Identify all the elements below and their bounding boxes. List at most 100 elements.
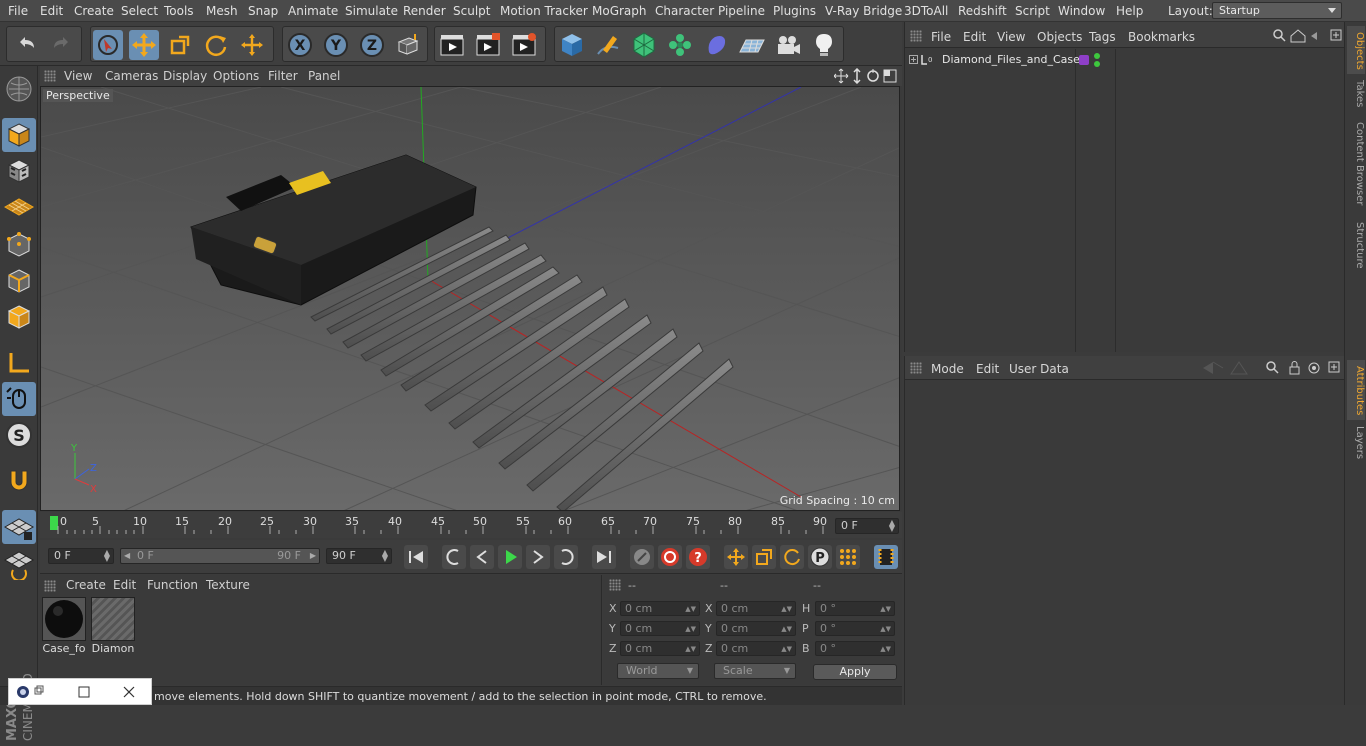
perspective-viewport[interactable]: Y Z X Perspective Grid Spacing : 10 cm (40, 86, 900, 511)
drag-grip-icon[interactable] (44, 580, 56, 592)
material-menu-edit[interactable]: Edit (113, 578, 136, 592)
size-mode-dropdown[interactable]: Scale ▼ (714, 663, 796, 679)
menu-sculpt[interactable]: Sculpt (453, 4, 490, 18)
expand-icon[interactable]: 0 (909, 54, 939, 66)
rotate-icon[interactable] (201, 30, 231, 60)
material-swatch[interactable]: Diamon (91, 597, 135, 655)
key-scale-button[interactable] (752, 545, 776, 569)
size-x-field[interactable]: 0 cm ▲▼ (716, 601, 796, 616)
previous-keyframe-button[interactable] (442, 545, 466, 569)
viewport-menu-cameras[interactable]: Cameras (105, 69, 158, 83)
drag-grip-icon[interactable] (910, 362, 922, 374)
floor-icon[interactable] (737, 30, 767, 60)
attribute-menu-edit[interactable]: Edit (976, 362, 999, 376)
tab-takes[interactable]: Takes (1347, 80, 1365, 118)
x-axis-icon[interactable]: X (285, 30, 315, 60)
menu-edit[interactable]: Edit (40, 4, 63, 18)
cube-icon[interactable] (557, 30, 587, 60)
menu-mograph[interactable]: MoGraph (592, 4, 647, 18)
move-icon[interactable] (129, 30, 159, 60)
current-frame-field[interactable]: 0 F ▲ ▼ (835, 518, 899, 534)
menu-pipeline[interactable]: Pipeline (718, 4, 765, 18)
record-keyframe-button[interactable] (658, 545, 682, 569)
viewport-menu-options[interactable]: Options (213, 69, 259, 83)
coordinate-mode-dropdown[interactable]: World ▼ (617, 663, 699, 679)
position-z-field[interactable]: 0 cm ▲▼ (620, 641, 700, 656)
key-rotation-button[interactable] (780, 545, 804, 569)
texture-mode-icon[interactable] (2, 154, 36, 188)
drag-grip-icon[interactable] (44, 70, 56, 82)
tab-structure[interactable]: Structure (1347, 222, 1365, 280)
material-tag-icon[interactable] (1079, 55, 1089, 65)
subdivision-icon[interactable] (629, 30, 659, 60)
make-editable-icon[interactable] (2, 72, 36, 106)
viewport-menu-view[interactable]: View (64, 69, 92, 83)
visibility-editor-dot[interactable] (1094, 53, 1100, 59)
viewport-nav-icons[interactable] (834, 68, 898, 84)
object-menu-edit[interactable]: Edit (963, 30, 986, 44)
menu-redshift[interactable]: Redshift (958, 4, 1007, 18)
object-menu-objects[interactable]: Objects (1037, 30, 1082, 44)
camera-icon[interactable] (773, 30, 803, 60)
object-menu-tags[interactable]: Tags (1089, 30, 1116, 44)
material-swatch[interactable]: Case_fo (42, 597, 86, 655)
menu-vray-bridge[interactable]: V-Ray Bridge (825, 4, 902, 18)
object-row[interactable]: 0 Diamond_Files_and_Case (905, 50, 1345, 70)
timeline-ruler[interactable]: 0 5 10 15 20 25 30 35 40 45 50 55 60 65 … (40, 512, 902, 538)
snap-grid-icon[interactable] (2, 510, 36, 544)
layout-select[interactable]: Startup (1212, 2, 1342, 19)
drag-grip-icon[interactable] (910, 30, 922, 42)
menu-character[interactable]: Character (655, 4, 714, 18)
autokey-button[interactable]: ? (686, 545, 710, 569)
world-coordinate-icon[interactable] (393, 30, 423, 60)
previous-frame-button[interactable] (470, 545, 494, 569)
object-manager-tools[interactable] (1271, 28, 1343, 44)
deformer-icon[interactable] (701, 30, 731, 60)
menu-plugins[interactable]: Plugins (773, 4, 816, 18)
scale-icon[interactable] (165, 30, 195, 60)
next-frame-button[interactable] (526, 545, 550, 569)
frame-range-slider[interactable]: ◀ 0 F 90 F ▶ (120, 548, 320, 564)
menu-select[interactable]: Select (121, 4, 158, 18)
key-position-button[interactable] (724, 545, 748, 569)
viewport-menu-panel[interactable]: Panel (308, 69, 340, 83)
start-frame-field[interactable]: 0 F ▲ ▼ (48, 548, 114, 564)
y-axis-icon[interactable]: Y (321, 30, 351, 60)
magnet-icon[interactable] (2, 464, 36, 498)
object-menu-view[interactable]: View (997, 30, 1025, 44)
menu-help[interactable]: Help (1116, 4, 1143, 18)
live-selection-icon[interactable] (93, 30, 123, 60)
object-menu-file[interactable]: File (931, 30, 951, 44)
menu-script[interactable]: Script (1015, 4, 1050, 18)
z-axis-icon[interactable]: Z (357, 30, 387, 60)
render-view-icon[interactable] (437, 30, 467, 60)
tab-attributes[interactable]: Attributes (1347, 360, 1365, 420)
go-to-start-button[interactable] (404, 545, 428, 569)
next-keyframe-button[interactable] (554, 545, 578, 569)
menu-motion-tracker[interactable]: Motion Tracker (500, 4, 588, 18)
menu-render[interactable]: Render (403, 4, 446, 18)
edit-render-settings-icon[interactable] (509, 30, 539, 60)
rotation-p-field[interactable]: 0 ° ▲▼ (815, 621, 895, 636)
visibility-render-dot[interactable] (1094, 61, 1100, 67)
menu-file[interactable]: File (8, 4, 28, 18)
key-parameter-button[interactable]: P (808, 545, 832, 569)
menu-simulate[interactable]: Simulate (345, 4, 398, 18)
end-frame-field[interactable]: 90 F ▲ ▼ (326, 548, 392, 564)
pen-icon[interactable] (593, 30, 623, 60)
viewport-menu-filter[interactable]: Filter (268, 69, 298, 83)
points-mode-icon[interactable] (2, 228, 36, 262)
workplane-icon[interactable] (2, 190, 36, 224)
rotation-h-field[interactable]: 0 ° ▲▼ (815, 601, 895, 616)
play-button[interactable] (498, 545, 522, 569)
solo-icon[interactable]: S (2, 418, 36, 452)
menu-snap[interactable]: Snap (248, 4, 278, 18)
apply-button[interactable]: Apply (813, 664, 897, 680)
tab-content-browser[interactable]: Content Browser (1347, 122, 1365, 218)
object-menu-bookmarks[interactable]: Bookmarks (1128, 30, 1195, 44)
size-y-field[interactable]: 0 cm ▲▼ (716, 621, 796, 636)
attribute-manager-tools[interactable] (1201, 360, 1343, 376)
undo-icon[interactable] (11, 30, 41, 60)
rotation-b-field[interactable]: 0 ° ▲▼ (815, 641, 895, 656)
tab-objects[interactable]: Objects (1347, 26, 1365, 74)
